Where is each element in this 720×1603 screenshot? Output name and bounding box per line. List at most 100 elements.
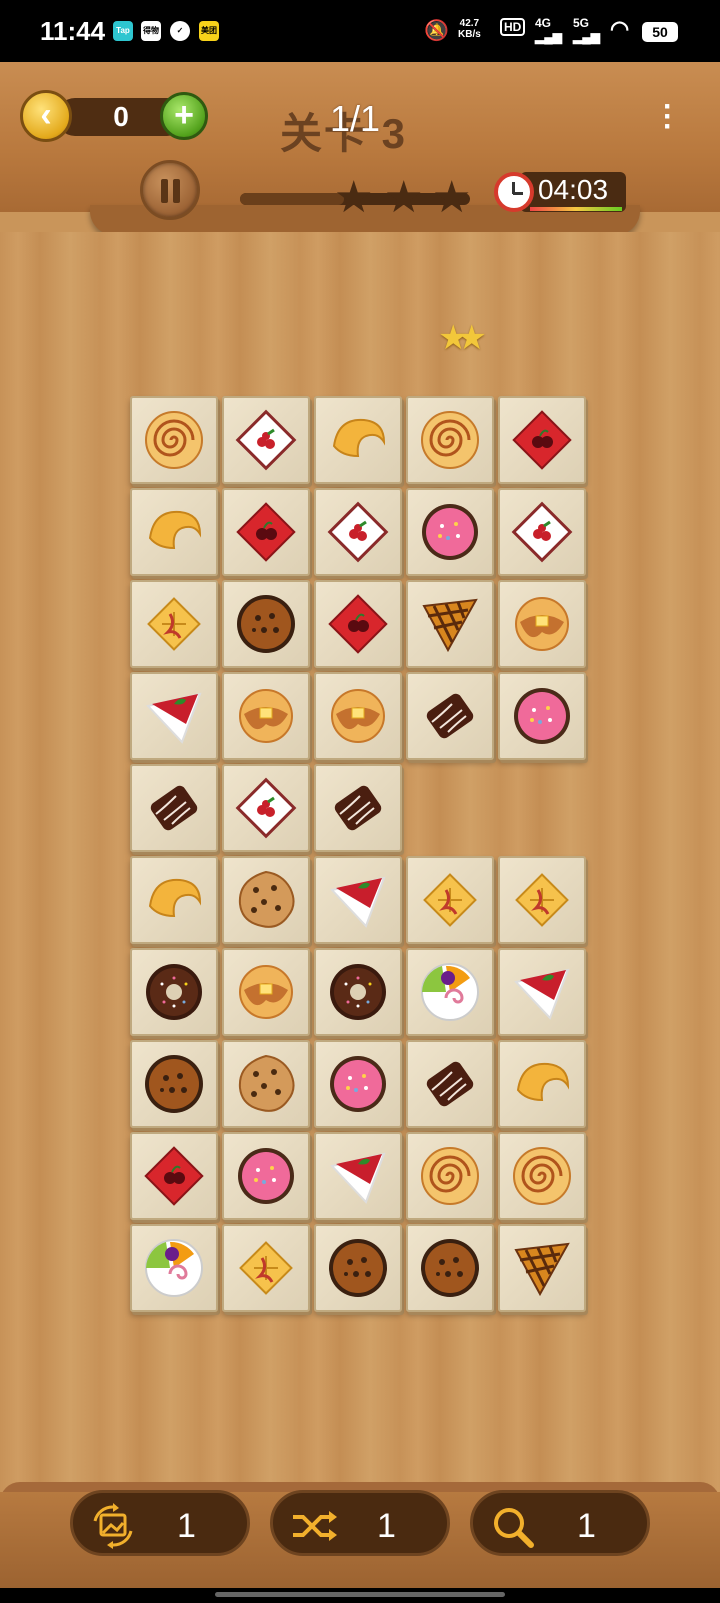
tile-waffle[interactable] xyxy=(406,856,494,944)
cherry-card-red-icon xyxy=(144,1146,204,1206)
cinnamon-roll-icon xyxy=(145,411,203,469)
tile-pancake[interactable] xyxy=(222,948,310,1036)
tile-choc-chip-muffin[interactable] xyxy=(222,580,310,668)
more-menu-button[interactable]: · · · xyxy=(660,92,676,142)
cheesecake-slice-icon xyxy=(330,1152,386,1204)
tile-waffle[interactable] xyxy=(130,580,218,668)
tile-cherry-card-red[interactable] xyxy=(314,580,402,668)
tile-pink-cake[interactable] xyxy=(406,488,494,576)
tile-cookie[interactable] xyxy=(222,1040,310,1128)
star-progress-fill xyxy=(240,193,344,205)
donut-icon xyxy=(330,964,386,1020)
search-icon xyxy=(494,1508,534,1548)
tile-waffle[interactable] xyxy=(498,856,586,944)
choc-chip-muffin-icon xyxy=(237,595,295,653)
tile-cinnamon-roll[interactable] xyxy=(498,1132,586,1220)
home-indicator[interactable] xyxy=(215,1592,505,1597)
tile-fortune-cookie[interactable] xyxy=(314,396,402,484)
chocolate-bar-icon xyxy=(150,785,198,831)
shuffle-powerup-button[interactable]: 1 xyxy=(270,1490,450,1556)
pink-cake-icon xyxy=(238,1148,294,1204)
hd-icon: HD xyxy=(500,18,526,36)
tile-donut[interactable] xyxy=(314,948,402,1036)
waffle-icon xyxy=(423,873,477,927)
cheesecake-slice-icon xyxy=(330,876,386,928)
add-coins-button[interactable]: + xyxy=(160,92,208,140)
cookie-icon xyxy=(238,1054,295,1112)
tile-choc-chip-muffin[interactable] xyxy=(314,1224,402,1312)
signal-5g-label: 5G xyxy=(573,16,590,30)
timer-display: 04:03 xyxy=(520,172,626,212)
tile-cherry-card-red[interactable] xyxy=(130,1132,218,1220)
cherry-card-red-icon xyxy=(512,410,572,470)
tile-pancake[interactable] xyxy=(222,672,310,760)
tile-chocolate-bar[interactable] xyxy=(314,764,402,852)
tile-pancake[interactable] xyxy=(314,672,402,760)
pink-cake-icon xyxy=(422,504,478,560)
choc-chip-muffin-icon xyxy=(329,1239,387,1297)
tile-cherry-card-white[interactable] xyxy=(222,396,310,484)
more-vert-icon: · · · xyxy=(663,90,673,143)
dewu-app-icon: 得物 xyxy=(141,21,161,41)
cherry-card-white-icon xyxy=(235,777,297,839)
tile-donut[interactable] xyxy=(130,948,218,1036)
tile-cookie[interactable] xyxy=(222,856,310,944)
tile-pink-cake[interactable] xyxy=(314,1040,402,1128)
combo-stars: ★★ xyxy=(438,319,487,357)
tile-pink-cake[interactable] xyxy=(498,672,586,760)
tap-app-icon: Tap xyxy=(113,21,133,41)
tile-cherry-card-red[interactable] xyxy=(498,396,586,484)
status-bar: 11:44 Tap 得物 ✓ 美团 🔕 42.7 KB/s HD 4G ▂▄▆ … xyxy=(0,0,720,62)
meituan-app-icon: 美团 xyxy=(199,21,219,41)
pause-button[interactable] xyxy=(140,160,200,220)
tile-cherry-card-white[interactable] xyxy=(314,488,402,576)
refresh-image-icon xyxy=(93,1503,133,1549)
tile-fortune-cookie[interactable] xyxy=(130,856,218,944)
tile-cinnamon-roll[interactable] xyxy=(130,396,218,484)
timer-bar xyxy=(530,207,622,211)
cherry-card-white-icon xyxy=(327,501,389,563)
tile-choc-chip-muffin[interactable] xyxy=(130,1040,218,1128)
shuffle-icon xyxy=(293,1511,337,1541)
back-button[interactable]: ‹ xyxy=(20,90,72,142)
tile-chocolate-bar[interactable] xyxy=(406,672,494,760)
tile-cherry-card-red[interactable] xyxy=(222,488,310,576)
tile-chocolate-bar[interactable] xyxy=(406,1040,494,1128)
tile-cheesecake-slice[interactable] xyxy=(314,856,402,944)
cinnamon-roll-icon xyxy=(513,1147,571,1205)
tile-cherry-card-white[interactable] xyxy=(498,488,586,576)
tile-cheesecake-slice[interactable] xyxy=(314,1132,402,1220)
tile-cherry-card-white[interactable] xyxy=(222,764,310,852)
search-powerup-button[interactable]: 1 xyxy=(470,1490,650,1556)
tile-lattice-pie[interactable] xyxy=(406,580,494,668)
tile-choc-chip-muffin[interactable] xyxy=(406,1224,494,1312)
tile-fruit-tart[interactable] xyxy=(130,1224,218,1312)
tile-pink-cake[interactable] xyxy=(222,1132,310,1220)
tile-cheesecake-slice[interactable] xyxy=(498,948,586,1036)
refresh-powerup-button[interactable]: 1 xyxy=(70,1490,250,1556)
tile-cinnamon-roll[interactable] xyxy=(406,1132,494,1220)
tile-fortune-cookie[interactable] xyxy=(130,488,218,576)
plus-icon: + xyxy=(174,96,194,134)
progress-star-icon-1: ★ xyxy=(334,173,374,222)
chocolate-bar-icon xyxy=(426,693,474,739)
shuffle-count: 1 xyxy=(377,1507,396,1545)
tile-pancake[interactable] xyxy=(498,580,586,668)
lattice-pie-icon xyxy=(422,598,478,653)
status-time: 11:44 xyxy=(40,16,106,46)
waffle-icon xyxy=(239,1241,293,1295)
signal-bars-icon-2: ▂▄▆ xyxy=(573,30,600,44)
pink-cake-icon xyxy=(330,1056,386,1112)
tile-fruit-tart[interactable] xyxy=(406,948,494,1036)
donut-icon xyxy=(146,964,202,1020)
system-nav-bar xyxy=(0,1588,720,1603)
tile-fortune-cookie[interactable] xyxy=(498,1040,586,1128)
tile-waffle[interactable] xyxy=(222,1224,310,1312)
tile-chocolate-bar[interactable] xyxy=(130,764,218,852)
fruit-tart-icon xyxy=(145,1239,203,1297)
tile-cheesecake-slice[interactable] xyxy=(130,672,218,760)
signal-bars-icon: ▂▄▆ xyxy=(535,30,562,44)
tile-cinnamon-roll[interactable] xyxy=(406,396,494,484)
tile-lattice-pie[interactable] xyxy=(498,1224,586,1312)
progress-star-icon-3: ★ xyxy=(432,173,472,222)
